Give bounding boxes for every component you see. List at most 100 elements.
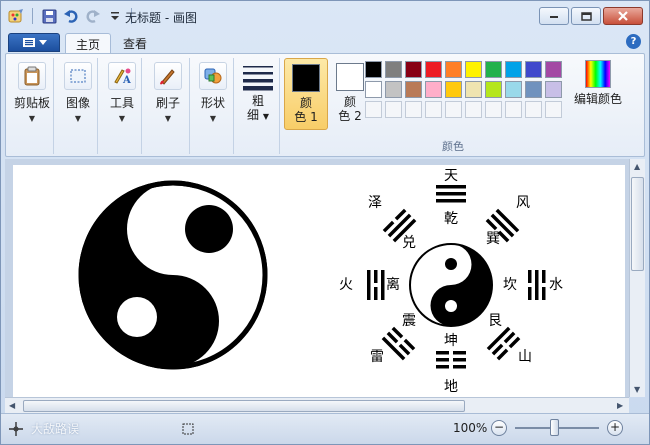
chevron-down-icon: ▼ [28, 114, 36, 123]
image-group: 图像 ▼ [58, 58, 98, 154]
clipboard-icon [18, 62, 46, 90]
chevron-down-icon: ▼ [74, 114, 82, 123]
zoom-out-button[interactable]: − [491, 420, 507, 436]
palette-swatch[interactable] [405, 101, 422, 118]
clipboard-label: 剪贴板 [14, 96, 51, 110]
scroll-up-icon[interactable]: ▲ [634, 162, 640, 171]
label-li: 离 [386, 276, 400, 293]
label-feng: 风 [516, 195, 530, 211]
scroll-down-icon[interactable]: ▼ [634, 385, 640, 394]
palette-swatch[interactable] [425, 61, 442, 78]
ribbon-tabs: 主页 查看 ? [1, 31, 649, 54]
horizontal-scroll-thumb[interactable] [23, 400, 465, 412]
line-width-icon [243, 66, 273, 91]
palette-swatch[interactable] [385, 61, 402, 78]
tab-view[interactable]: 查看 [113, 33, 157, 54]
yin-yang-small [409, 243, 493, 327]
palette-swatch[interactable] [425, 81, 442, 98]
color-2-label: 颜色 2 [338, 95, 361, 123]
palette-swatch[interactable] [465, 81, 482, 98]
minimize-icon [550, 16, 558, 18]
palette-swatch[interactable] [385, 101, 402, 118]
palette-swatch[interactable] [365, 81, 382, 98]
brush-icon [154, 62, 182, 90]
palette-swatch[interactable] [485, 101, 502, 118]
palette-swatch[interactable] [505, 81, 522, 98]
palette-swatch[interactable] [385, 81, 402, 98]
palette-swatch[interactable] [505, 101, 522, 118]
close-icon [618, 11, 628, 21]
zoom-slider-thumb[interactable] [550, 419, 559, 436]
vertical-scroll-thumb[interactable] [631, 177, 644, 271]
palette-swatch[interactable] [425, 101, 442, 118]
tab-home[interactable]: 主页 [65, 33, 112, 54]
palette-swatch[interactable] [465, 61, 482, 78]
scroll-left-icon[interactable]: ◀ [9, 401, 15, 410]
redo-icon[interactable] [84, 7, 102, 25]
shapes-group: 形状 ▼ [194, 58, 234, 154]
label-zhen: 震 [402, 313, 416, 329]
palette-swatch[interactable] [485, 61, 502, 78]
brushes-label: 刷子 [155, 96, 180, 110]
shapes-label: 形状 [200, 96, 225, 110]
chevron-down-icon: ▼ [209, 114, 217, 123]
edit-colors-button[interactable]: 编辑颜色 [574, 60, 622, 106]
palette-swatch[interactable] [405, 61, 422, 78]
label-di: 地 [444, 379, 458, 395]
brushes-button[interactable]: 刷子 ▼ [150, 62, 186, 123]
palette-swatch[interactable] [485, 81, 502, 98]
palette-swatch[interactable] [465, 101, 482, 118]
paint-menu-button[interactable] [8, 33, 60, 52]
palette-swatch[interactable] [545, 81, 562, 98]
window-controls [539, 7, 643, 25]
tools-button[interactable]: A 工具 ▼ [106, 62, 138, 123]
scroll-right-icon[interactable]: ▶ [617, 401, 623, 410]
tools-label: 工具 [109, 96, 134, 110]
palette-swatch[interactable] [545, 61, 562, 78]
undo-icon[interactable] [62, 7, 80, 25]
size-label-2: 细 ▼ [247, 108, 269, 124]
palette-swatch[interactable] [365, 61, 382, 78]
clipboard-button[interactable]: 剪贴板 ▼ [14, 62, 50, 123]
svg-text:A: A [122, 75, 131, 85]
label-kan: 坎 [503, 277, 517, 293]
horizontal-scrollbar[interactable]: ◀ ▶ [5, 397, 629, 413]
customize-toolbar-icon[interactable] [106, 7, 124, 25]
close-button[interactable] [603, 7, 643, 25]
palette-swatch[interactable] [525, 101, 542, 118]
maximize-icon [580, 11, 592, 21]
help-icon[interactable]: ? [626, 34, 641, 49]
minimize-button[interactable] [539, 7, 569, 25]
palette-swatch[interactable] [405, 81, 422, 98]
palette-swatch[interactable] [445, 81, 462, 98]
zoom-in-button[interactable]: + [607, 420, 623, 436]
palette-swatch[interactable] [445, 61, 462, 78]
palette-swatch[interactable] [505, 61, 522, 78]
palette-swatch[interactable] [445, 101, 462, 118]
chevron-down-icon: ▼ [118, 114, 126, 123]
paint-app-icon[interactable] [7, 7, 25, 25]
trigram-li [367, 270, 385, 300]
shapes-button[interactable]: 形状 ▼ [196, 62, 230, 123]
palette-swatch[interactable] [365, 101, 382, 118]
chevron-down-icon: ▼ [164, 114, 172, 123]
size-label-2-text: 细 [247, 108, 260, 122]
size-button[interactable]: 粗 细 ▼ [240, 62, 276, 124]
save-icon[interactable] [40, 7, 58, 25]
tools-icon: A [108, 62, 136, 90]
palette-swatch[interactable] [525, 61, 542, 78]
image-button[interactable]: 图像 ▼ [62, 62, 94, 123]
label-dui: 兑 [402, 235, 416, 251]
drawing-canvas[interactable]: 天 乾 风 巽 水 坎 山 艮 地 坤 雷 震 火 离 泽 兑 [13, 165, 625, 397]
label-gen: 艮 [488, 313, 502, 329]
colors-group-label: 颜色 [442, 140, 464, 153]
vertical-scrollbar[interactable]: ▲ ▼ [629, 159, 645, 397]
palette-swatch[interactable] [545, 101, 562, 118]
color-1-button[interactable]: 颜色 1 [284, 58, 328, 130]
yin-yang-large [78, 180, 268, 370]
label-lei: 雷 [370, 349, 384, 365]
edit-colors-label: 编辑颜色 [574, 92, 623, 106]
color-1-label-line1: 颜 [299, 96, 312, 110]
maximize-button[interactable] [571, 7, 601, 25]
palette-swatch[interactable] [525, 81, 542, 98]
